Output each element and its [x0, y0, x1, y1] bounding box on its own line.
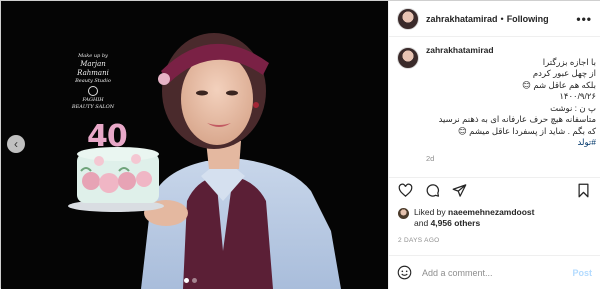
- post-timestamp[interactable]: 2 DAYS AGO: [398, 237, 440, 244]
- caption-line: ۱۴۰۰/۹/۲۶: [559, 91, 596, 101]
- more-options-icon[interactable]: •••: [576, 12, 592, 26]
- likes-count-link[interactable]: 4,956 others: [431, 218, 481, 228]
- comment-bar: Add a comment... Post: [389, 255, 600, 289]
- username-link[interactable]: zahrakhatamirad: [426, 14, 498, 24]
- comment-icon[interactable]: [425, 183, 440, 198]
- caption-line: از چهل عبور کردم: [532, 68, 596, 78]
- likes-text: Liked by naeemehnezamdoost and 4,956 oth…: [414, 207, 535, 229]
- likes-and: and: [414, 218, 429, 228]
- caption-username[interactable]: zahrakhatamirad: [426, 45, 596, 57]
- caption: zahrakhatamirad با اجازه بزرگترا از چهل …: [397, 45, 597, 173]
- post-photo[interactable]: 40 Make up by Marjan Rahmani Beauty Stud…: [1, 1, 388, 289]
- caption-line: پ ن : نوشت: [550, 102, 596, 113]
- liker-username-link[interactable]: naeemehnezamdoost: [448, 207, 534, 217]
- likes-summary: Liked by naeemehnezamdoost and 4,956 oth…: [398, 207, 535, 229]
- post-header: zahrakhatamirad • Following •••: [389, 1, 600, 37]
- avatar[interactable]: [397, 7, 419, 30]
- caption-line: که بگم . شاید از پسفردا عاقل میشم 😊: [457, 125, 596, 136]
- post-comment-button[interactable]: Post: [572, 268, 592, 278]
- avatar[interactable]: [398, 208, 409, 219]
- caption-age: 2d: [426, 153, 435, 163]
- carousel-dot: [192, 278, 197, 283]
- action-bar: [389, 177, 600, 203]
- brand-line: Beauty Studio: [75, 77, 111, 84]
- portrait-image: [1, 1, 388, 289]
- brand-line: BEAUTY SALON: [71, 103, 115, 110]
- post-sidebar: zahrakhatamirad • Following ••• zahrakha…: [388, 1, 600, 289]
- cake-topper-number: 40: [87, 119, 128, 154]
- following-button[interactable]: Following: [507, 14, 549, 24]
- emoji-icon[interactable]: [397, 265, 412, 280]
- hashtag-link[interactable]: #تولد: [426, 137, 596, 149]
- heart-icon[interactable]: [398, 183, 413, 198]
- brand-line: Marjan Rahmani: [77, 59, 109, 77]
- caption-line: با اجازه بزرگترا: [542, 56, 596, 67]
- share-icon[interactable]: [452, 183, 467, 198]
- chevron-left-icon[interactable]: ‹: [7, 135, 25, 153]
- avatar[interactable]: [397, 47, 419, 69]
- instagram-post: 40 Make up by Marjan Rahmani Beauty Stud…: [0, 0, 600, 289]
- likes-prefix: Liked by: [414, 207, 446, 217]
- separator-dot: •: [500, 13, 504, 24]
- comment-input[interactable]: Add a comment...: [422, 268, 493, 278]
- caption-line: متاسفانه هیچ حرف عارفانه ای به ذهنم نرسی…: [438, 114, 596, 124]
- caption-line: بلکه هم عاقل شم 😊: [522, 79, 596, 90]
- caption-body: zahrakhatamirad با اجازه بزرگترا از چهل …: [426, 45, 596, 173]
- makeup-brand-logo: Make up by Marjan Rahmani Beauty Studio …: [67, 53, 119, 110]
- bookmark-icon[interactable]: [576, 183, 591, 198]
- carousel-dots: [184, 278, 197, 283]
- carousel-dot: [184, 278, 189, 283]
- salon-logo-icon: [88, 86, 98, 97]
